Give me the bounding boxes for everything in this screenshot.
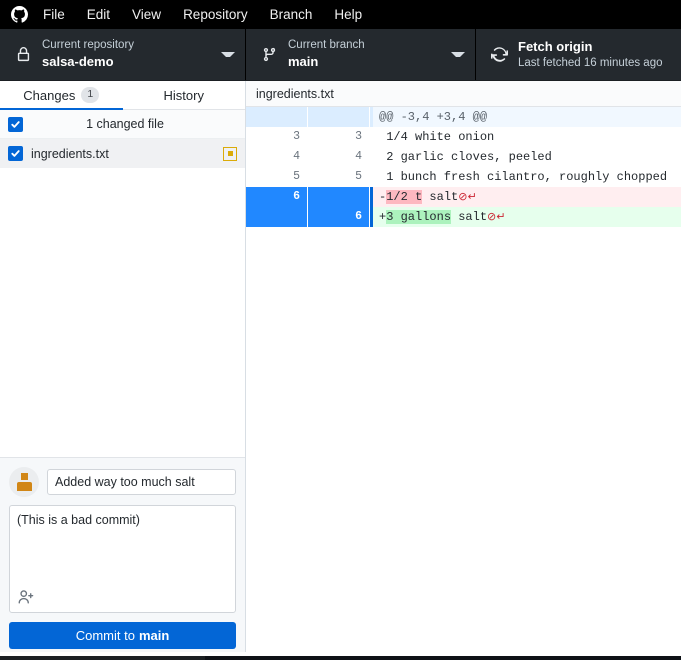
menu-bar: File Edit View Repository Branch Help <box>0 0 681 29</box>
user-avatar-icon <box>9 467 39 497</box>
diff-old-line-number: 5 <box>246 167 308 187</box>
changed-files-header: 1 changed file <box>0 110 245 139</box>
fetch-origin-button[interactable]: Fetch origin Last fetched 16 minutes ago <box>476 29 681 80</box>
chevron-down-icon <box>451 52 465 57</box>
diff-row-context[interactable]: 5 5 1 bunch fresh cilantro, roughly chop… <box>246 167 681 187</box>
sidebar-tabs: Changes 1 History <box>0 81 245 110</box>
lock-icon <box>10 47 36 62</box>
diff-hunk-text: @@ -3,4 +3,4 @@ <box>373 107 681 127</box>
tab-history[interactable]: History <box>123 81 246 109</box>
commit-button[interactable]: Commit to main <box>9 622 236 649</box>
commit-summary-input[interactable] <box>47 469 236 495</box>
diff-old-line-number <box>246 107 308 127</box>
diff-content[interactable]: @@ -3,4 +3,4 @@ 3 3 1/4 white onion 4 4 … <box>246 107 681 660</box>
diff-line-text: -1/2 t salt⊘↵ <box>373 187 681 207</box>
current-branch-value: main <box>288 54 319 70</box>
diff-new-line-number <box>308 107 370 127</box>
diff-eol-marker: ⊘↵ <box>458 190 477 203</box>
chevron-down-icon <box>221 52 235 57</box>
commit-summary-row <box>9 467 236 497</box>
commit-button-prefix: Commit to <box>75 628 135 643</box>
current-repository-label: Current repository <box>42 38 135 51</box>
commit-button-branch: main <box>138 628 170 643</box>
list-item[interactable]: ingredients.txt <box>0 139 245 168</box>
diff-rest: salt <box>451 210 488 224</box>
diff-old-line-number <box>246 207 308 227</box>
main-content: Changes 1 History 1 changed file ingredi… <box>0 80 681 660</box>
diff-pane: ingredients.txt @@ -3,4 +3,4 @@ 3 3 1/4 … <box>246 81 681 660</box>
diff-eol-marker: ⊘↵ <box>487 210 506 223</box>
current-branch-button[interactable]: Current branch main <box>246 29 476 80</box>
diff-line-text: 1/4 white onion <box>379 130 495 144</box>
diff-line-text: 2 garlic cloves, peeled <box>379 150 552 164</box>
fetch-origin-title: Fetch origin <box>518 38 593 54</box>
diff-file-name: ingredients.txt <box>256 86 334 101</box>
sidebar-empty-space <box>0 168 245 457</box>
current-repository-button[interactable]: Current repository salsa-demo <box>0 29 246 80</box>
github-desktop-window: File Edit View Repository Branch Help Cu… <box>0 0 681 660</box>
diff-new-line-number <box>308 187 370 207</box>
menu-item-edit[interactable]: Edit <box>76 4 121 26</box>
tab-history-label: History <box>163 87 204 103</box>
diff-highlight: 3 gallons <box>386 210 452 224</box>
modified-icon <box>223 146 237 161</box>
current-repository-value: salsa-demo <box>42 54 114 70</box>
window-bottom-edge <box>0 652 681 660</box>
current-branch-label: Current branch <box>288 38 365 51</box>
diff-line-text: +3 gallons salt⊘↵ <box>373 207 681 227</box>
sync-icon <box>486 46 512 63</box>
diff-new-line-number: 6 <box>308 207 370 227</box>
diff-new-line-number: 5 <box>308 167 370 187</box>
changed-files-list: ingredients.txt <box>0 139 245 168</box>
add-coauthor-icon[interactable] <box>17 588 35 606</box>
fetch-origin-subtitle: Last fetched 16 minutes ago <box>518 56 663 69</box>
diff-old-line-number: 6 <box>246 187 308 207</box>
menu-item-repository[interactable]: Repository <box>172 4 259 26</box>
diff-file-header: ingredients.txt <box>246 81 681 107</box>
tab-changes[interactable]: Changes 1 <box>0 81 123 110</box>
file-name: ingredients.txt <box>31 146 109 161</box>
diff-row-addition[interactable]: 6 +3 gallons salt⊘↵ <box>246 207 681 227</box>
diff-line-text: 1 bunch fresh cilantro, roughly chopped <box>379 170 668 184</box>
changes-sidebar: Changes 1 History 1 changed file ingredi… <box>0 81 246 660</box>
diff-old-line-number: 3 <box>246 127 308 147</box>
menu-item-view[interactable]: View <box>121 4 172 26</box>
menu-item-file[interactable]: File <box>32 4 76 26</box>
diff-rest: salt <box>422 190 459 204</box>
commit-form: (This is a bad commit) Commit to main <box>0 457 245 660</box>
diff-row-deletion[interactable]: 6 -1/2 t salt⊘↵ <box>246 187 681 207</box>
file-checkbox[interactable] <box>8 146 23 161</box>
menu-item-help[interactable]: Help <box>323 4 373 26</box>
diff-new-line-number: 4 <box>308 147 370 167</box>
diff-row-context[interactable]: 3 3 1/4 white onion <box>246 127 681 147</box>
menu-item-branch[interactable]: Branch <box>259 4 324 26</box>
git-branch-icon <box>256 47 282 62</box>
diff-highlight: 1/2 t <box>386 190 423 204</box>
diff-row-hunk[interactable]: @@ -3,4 +3,4 @@ <box>246 107 681 127</box>
select-all-checkbox[interactable] <box>8 116 23 132</box>
diff-old-line-number: 4 <box>246 147 308 167</box>
diff-row-context[interactable]: 4 4 2 garlic cloves, peeled <box>246 147 681 167</box>
diff-new-line-number: 3 <box>308 127 370 147</box>
commit-description-text: (This is a bad commit) <box>17 513 140 527</box>
tab-changes-label: Changes <box>23 87 76 103</box>
github-octocat-icon <box>6 2 32 28</box>
toolbar: Current repository salsa-demo Current br… <box>0 29 681 80</box>
tab-changes-badge: 1 <box>81 87 100 103</box>
changed-files-count: 1 changed file <box>86 117 164 131</box>
commit-description-field[interactable]: (This is a bad commit) <box>9 505 236 613</box>
